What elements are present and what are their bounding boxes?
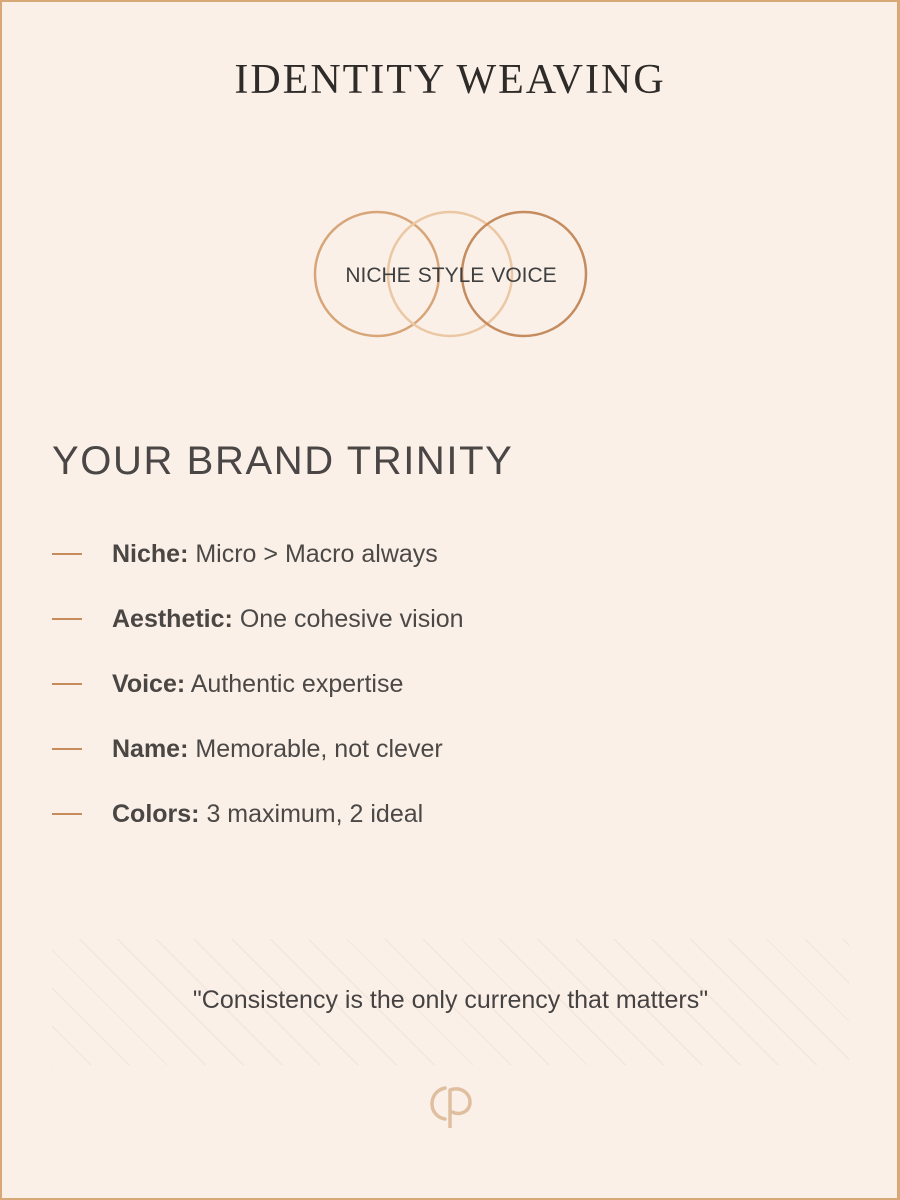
list-item-text: Colors: 3 maximum, 2 ideal [112,795,423,833]
monogram-logo-icon [430,1086,472,1128]
section-heading: YOUR BRAND TRINITY [52,439,514,483]
list-item-label: Name: [112,735,189,763]
list-item-value: 3 maximum, 2 ideal [199,800,424,828]
list-item-value: Authentic expertise [185,670,404,698]
list-item-label: Niche: [112,540,189,568]
quote-box: "Consistency is the only currency that m… [52,939,849,1065]
dash-icon [52,618,82,620]
venn-label-niche: NICHE [345,264,410,287]
list-item-value: One cohesive vision [232,605,464,633]
list-item-value: Memorable, not clever [188,735,443,763]
list-item-value: Micro > Macro always [188,540,438,568]
dash-icon [52,553,82,555]
quote-text: "Consistency is the only currency that m… [192,986,709,1014]
list-item-text: Aesthetic: One cohesive vision [112,600,464,638]
list-item-text: Niche: Micro > Macro always [112,535,438,573]
venn-diagram: NICHE STYLE VOICE [313,210,588,338]
dash-icon [52,748,82,750]
dash-icon [52,683,82,685]
list-item-label: Aesthetic: [112,605,233,633]
identity-card: IDENTITY WEAVING NICHE STYLE VOICE YOUR … [0,0,900,1200]
list-item-label: Voice: [112,670,186,698]
venn-label-style: STYLE [418,264,485,287]
list-item-text: Voice: Authentic expertise [112,665,403,703]
venn-label-voice: VOICE [491,264,556,287]
list-item-label: Colors: [112,800,200,828]
list-item-text: Name: Memorable, not clever [112,730,443,768]
dash-icon [52,813,82,815]
